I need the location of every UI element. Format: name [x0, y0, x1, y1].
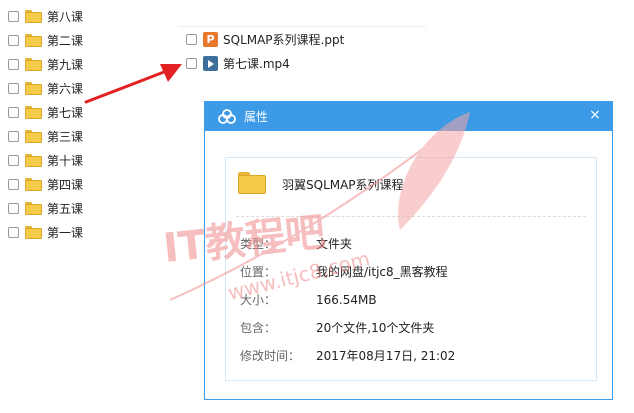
- prop-key: 大小：: [240, 293, 277, 307]
- prop-row-size: 大小： 166.54MB: [240, 291, 377, 308]
- prop-value: 20个文件,10个文件夹: [316, 321, 435, 335]
- cloud-icon: [218, 108, 236, 124]
- prop-value: 文件夹: [316, 237, 353, 251]
- prop-key: 修改时间：: [240, 349, 301, 363]
- prop-row-modified: 修改时间： 2017年08月17日, 21:02: [240, 347, 455, 364]
- prop-row-location: 位置： 我的网盘/itjc8_黑客教程: [240, 263, 448, 280]
- dialog-body: 羽翼SQLMAP系列课程 类型： 文件夹 位置： 我的网盘/itjc8_黑客教程 大…: [225, 157, 597, 381]
- prop-key: 包含：: [240, 321, 277, 335]
- prop-key: 类型：: [240, 237, 277, 251]
- prop-value: 2017年08月17日, 21:02: [316, 349, 456, 363]
- folder-icon: [238, 172, 266, 194]
- prop-value: 166.54MB: [316, 293, 377, 307]
- dialog-title: 属性: [244, 110, 269, 124]
- prop-key: 位置：: [240, 265, 277, 279]
- prop-row-type: 类型： 文件夹: [240, 235, 352, 252]
- prop-value: 我的网盘/itjc8_黑客教程: [316, 265, 448, 279]
- properties-dialog: 属性 × 羽翼SQLMAP系列课程 类型： 文件夹 位置： 我的网盘/itjc8_黑…: [204, 101, 613, 400]
- close-button[interactable]: ×: [588, 108, 602, 122]
- prop-row-contains: 包含： 20个文件,10个文件夹: [240, 319, 434, 336]
- dialog-header: 属性 ×: [205, 102, 612, 131]
- folder-name: 羽翼SQLMAP系列课程: [282, 178, 404, 192]
- separator: [236, 216, 586, 217]
